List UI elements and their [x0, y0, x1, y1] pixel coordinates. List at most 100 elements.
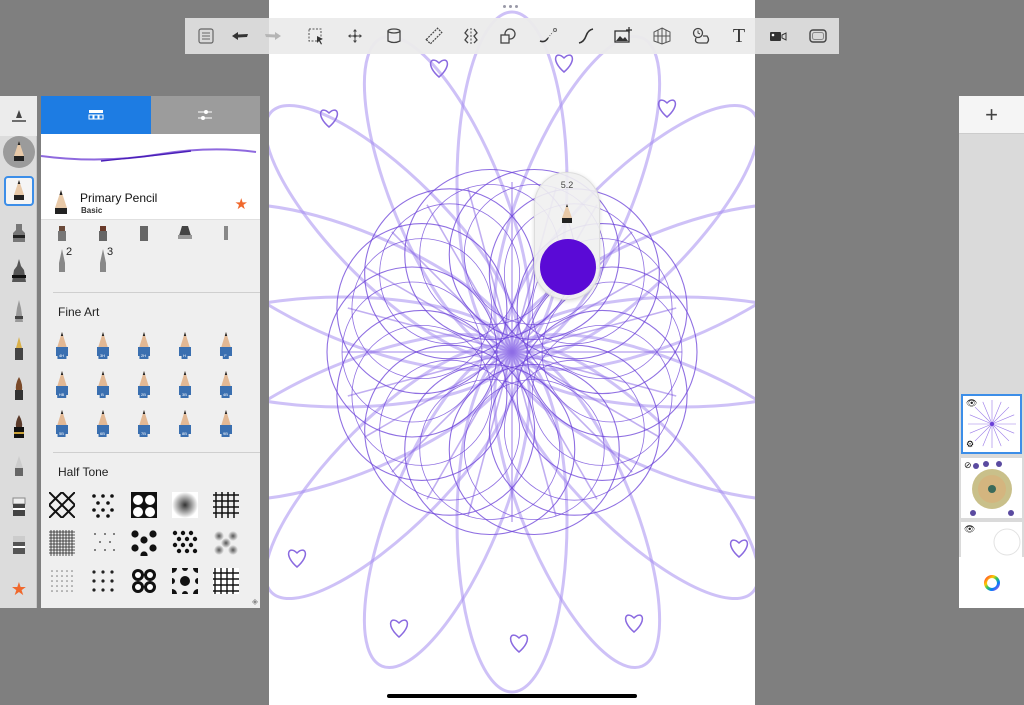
- strip-brush-airbrush[interactable]: [4, 296, 34, 326]
- sparse-dots-pattern-icon: [93, 533, 115, 551]
- fine-art-pencil-6b[interactable]: 6B: [82, 405, 123, 439]
- brush-tile[interactable]: [164, 220, 205, 248]
- tab-brush-properties[interactable]: [150, 96, 260, 134]
- layer-thumbnail-2[interactable]: ⊘: [961, 458, 1022, 518]
- color-swatch[interactable]: [540, 239, 596, 295]
- brush-tile[interactable]: [41, 220, 82, 248]
- half-tone-maze[interactable]: [205, 564, 246, 598]
- brush-library-list-button[interactable]: [193, 24, 219, 48]
- half-tone-fine-grid[interactable]: [41, 526, 82, 560]
- fine-art-pencil-9b[interactable]: 9B: [205, 405, 246, 439]
- half-tone-dot-grid[interactable]: [82, 564, 123, 598]
- soft-tip-icon: [15, 456, 23, 476]
- brush-size-slider-button[interactable]: [4, 102, 34, 132]
- heart-doodle: [389, 619, 409, 638]
- plus-icon: +: [985, 101, 998, 127]
- hex-blocks-pattern-icon: [130, 492, 157, 518]
- strip-brush-pencil[interactable]: [4, 176, 34, 206]
- fine-art-pencil-5b[interactable]: 5B: [41, 405, 82, 439]
- symmetry-tool-button[interactable]: [458, 24, 484, 48]
- text-icon: T: [732, 24, 746, 47]
- list-icon: [198, 28, 214, 44]
- current-brush-header[interactable]: Primary Pencil Basic ★: [41, 186, 260, 220]
- half-tone-sparse-dots[interactable]: [82, 526, 123, 560]
- tab-brush-library[interactable]: [41, 96, 151, 134]
- visibility-eye-icon[interactable]: 👁: [964, 524, 975, 535]
- strip-brush-soft-eraser[interactable]: [4, 530, 34, 560]
- half-tone-hex-blocks[interactable]: [123, 488, 164, 522]
- add-layer-button[interactable]: +: [959, 96, 1024, 134]
- brush-tile[interactable]: [205, 220, 246, 248]
- strip-brush-eraser[interactable]: [4, 492, 34, 522]
- brush-puck[interactable]: 5.2: [534, 172, 600, 300]
- undo-button[interactable]: [227, 24, 253, 48]
- fill-tool-button[interactable]: [381, 24, 407, 48]
- color-wheel-button[interactable]: [959, 557, 1024, 608]
- timelapse-icon: [692, 27, 710, 44]
- strip-brush-ink-pen[interactable]: [4, 256, 34, 286]
- strip-brush-round[interactable]: [4, 374, 34, 404]
- half-tone-tiny-dots[interactable]: [41, 564, 82, 598]
- fine-art-pencil-h[interactable]: H: [164, 327, 205, 361]
- spiro-circle: [351, 238, 493, 380]
- toolbar-drag-handle[interactable]: [503, 5, 518, 8]
- current-brush-button[interactable]: [3, 136, 35, 168]
- fine-art-pencil-2h[interactable]: 2H: [123, 327, 164, 361]
- strip-brush-eraser-tip[interactable]: [4, 452, 34, 482]
- time-lapse-button[interactable]: [688, 24, 714, 48]
- half-tone-large-dots[interactable]: [123, 526, 164, 560]
- layer-thumbnail-1[interactable]: 👁 ⚙: [961, 394, 1022, 454]
- heart-doodle: [729, 539, 749, 558]
- resize-handle-icon[interactable]: ◈: [252, 597, 258, 606]
- brush-tile[interactable]: 2: [41, 246, 82, 276]
- petal-stroke: [509, 333, 755, 502]
- strip-brush-marker[interactable]: [4, 218, 34, 248]
- half-tone-soft-dots[interactable]: [205, 526, 246, 560]
- fine-art-pencil-4h[interactable]: 4H: [41, 327, 82, 361]
- shape-tool-button[interactable]: [495, 24, 521, 48]
- fine-art-pencil-3b[interactable]: 3B: [164, 366, 205, 400]
- half-tone-square-grid[interactable]: [205, 488, 246, 522]
- strip-brush-calligraphy[interactable]: [4, 412, 34, 442]
- record-button[interactable]: [765, 24, 791, 48]
- half-tone-quatrefoil[interactable]: [123, 564, 164, 598]
- visibility-hidden-icon[interactable]: ⊘: [964, 460, 972, 471]
- fine-art-pencil-4b[interactable]: 4B: [205, 366, 246, 400]
- half-tone-big-round-dots[interactable]: [164, 564, 205, 598]
- fine-art-pencil-7b[interactable]: 7B: [123, 405, 164, 439]
- half-tone-medium-dots[interactable]: [164, 526, 205, 560]
- fine-art-pencil-2b[interactable]: 2B: [123, 366, 164, 400]
- brush-tile[interactable]: [123, 220, 164, 248]
- brush-tile[interactable]: 3: [82, 246, 123, 276]
- fine-art-pencil-b[interactable]: B: [82, 366, 123, 400]
- brush-variant-label: 2: [66, 246, 73, 258]
- ruler-tool-button[interactable]: [421, 24, 447, 48]
- visibility-eye-icon[interactable]: 👁: [966, 398, 977, 409]
- soft-eraser-icon: [13, 536, 25, 554]
- brush-tile[interactable]: [82, 220, 123, 248]
- import-image-button[interactable]: [610, 24, 636, 48]
- favorite-star-icon[interactable]: ★: [235, 195, 248, 213]
- predictive-stroke-button[interactable]: [573, 24, 599, 48]
- fine-art-pencil-3h[interactable]: 3H: [82, 327, 123, 361]
- curve-tool-button[interactable]: [535, 24, 561, 48]
- fine-art-pencil-8b[interactable]: 8B: [164, 405, 205, 439]
- fullscreen-button[interactable]: [805, 24, 831, 48]
- fine-art-pencil-hb[interactable]: HB: [41, 366, 82, 400]
- strip-favorites[interactable]: ★: [4, 574, 34, 604]
- blend-mode-icon[interactable]: ⚙: [966, 439, 974, 450]
- ruler-icon: [425, 27, 443, 45]
- fine-art-pencil-f[interactable]: F: [205, 327, 246, 361]
- text-tool-button[interactable]: T: [726, 24, 752, 48]
- drawing-canvas[interactable]: [269, 0, 755, 705]
- selection-tool-button[interactable]: [303, 24, 329, 48]
- transform-tool-button[interactable]: [342, 24, 368, 48]
- half-tone-star-dots[interactable]: [82, 488, 123, 522]
- perspective-guide-button[interactable]: [649, 24, 675, 48]
- paint-brush-icon: [15, 337, 23, 360]
- half-tone-diamond-lattice[interactable]: [41, 488, 82, 522]
- strip-brush-paint[interactable]: [4, 334, 34, 364]
- fine-tip-icon: [58, 249, 65, 272]
- half-tone-blur-grid[interactable]: [164, 488, 205, 522]
- redo-button[interactable]: [260, 24, 286, 48]
